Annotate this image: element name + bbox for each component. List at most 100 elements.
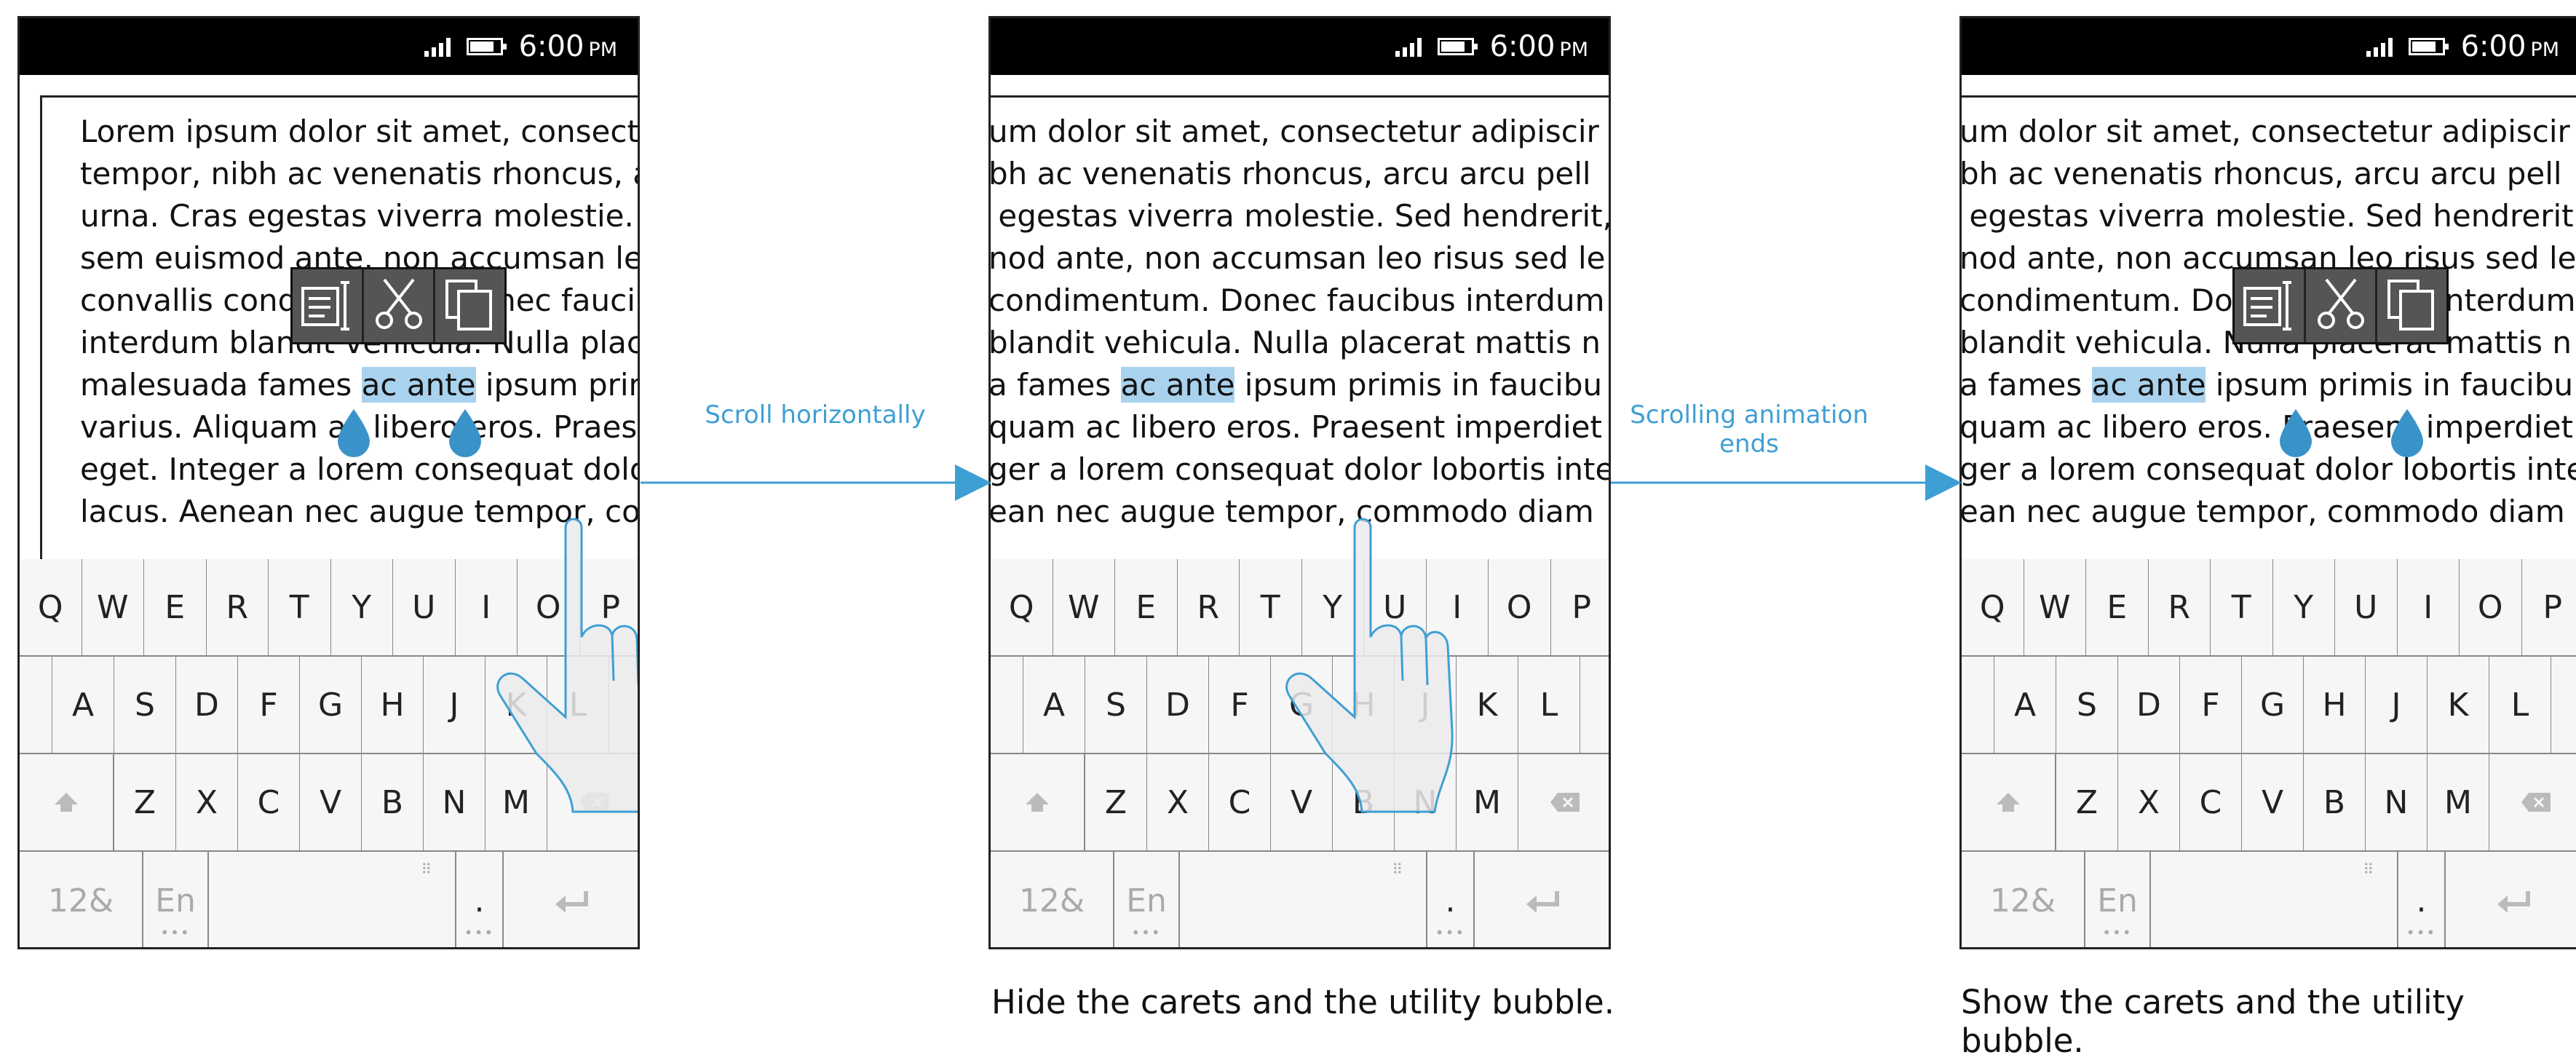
key-b[interactable]: B [2304, 754, 2366, 852]
key-w-label: W [97, 589, 129, 626]
key-d[interactable]: D [1147, 657, 1210, 754]
key-x[interactable]: X [1147, 754, 1210, 852]
select-all-button[interactable] [293, 269, 364, 342]
shift-key[interactable] [991, 754, 1085, 852]
enter-key[interactable] [2446, 852, 2576, 949]
key-p[interactable]: P [1551, 559, 1612, 657]
key-k[interactable]: K [2428, 657, 2490, 754]
shift-key[interactable] [1962, 754, 2056, 852]
key-h[interactable]: H [362, 657, 424, 754]
select-all-button[interactable] [2235, 269, 2306, 342]
text-area[interactable]: um dolor sit amet, consectetur adipiscir… [988, 95, 1611, 561]
key-a[interactable]: A [1023, 657, 1086, 754]
key-e[interactable]: E [144, 559, 207, 657]
key-u[interactable]: U [393, 559, 456, 657]
key-f[interactable]: F [238, 657, 301, 754]
key-i[interactable]: I [2398, 559, 2461, 657]
numbers-key[interactable]: 12& [1962, 852, 2085, 949]
key-x[interactable]: X [2118, 754, 2181, 852]
key-r[interactable]: R [1178, 559, 1241, 657]
language-key[interactable]: En••• [2085, 852, 2151, 949]
key-e[interactable]: E [1115, 559, 1178, 657]
key-j[interactable]: J [424, 657, 486, 754]
key-r[interactable]: R [207, 559, 270, 657]
key-d[interactable]: D [176, 657, 239, 754]
numbers-key[interactable]: 12& [991, 852, 1114, 949]
key-r[interactable]: R [2149, 559, 2212, 657]
key-t[interactable]: T [2211, 559, 2274, 657]
key-m[interactable]: M [1457, 754, 1519, 852]
key-c[interactable]: C [238, 754, 301, 852]
key-w[interactable]: W [82, 559, 146, 657]
key-s[interactable]: S [114, 657, 177, 754]
key-spacer-left[interactable] [991, 657, 1024, 754]
language-key[interactable]: En••• [1114, 852, 1180, 949]
selection-caret-end[interactable] [446, 408, 484, 459]
key-e[interactable]: E [2086, 559, 2149, 657]
key-g[interactable]: G [2242, 657, 2304, 754]
key-o[interactable]: O [2460, 559, 2523, 657]
cut-button[interactable] [2306, 269, 2377, 342]
key-z[interactable]: Z [2056, 754, 2119, 852]
enter-key[interactable] [1475, 852, 1611, 949]
key-h[interactable]: H [2304, 657, 2366, 754]
key-g[interactable]: G [300, 657, 362, 754]
key-z[interactable]: Z [1085, 754, 1148, 852]
key-spacer-left[interactable] [1962, 657, 1995, 754]
key-x[interactable]: X [176, 754, 239, 852]
period-key[interactable]: .••• [456, 852, 504, 949]
space-key[interactable]: ⠿ [209, 852, 456, 949]
key-f[interactable]: F [1209, 657, 1272, 754]
selection-caret-start[interactable] [335, 408, 373, 459]
key-t[interactable]: T [269, 559, 332, 657]
key-o[interactable]: O [1489, 559, 1552, 657]
copy-button[interactable] [435, 269, 504, 342]
key-a[interactable]: A [1994, 657, 2057, 754]
key-l[interactable]: L [1518, 657, 1581, 754]
key-v[interactable]: V [2242, 754, 2304, 852]
shift-key[interactable] [20, 754, 114, 852]
key-s[interactable]: S [2056, 657, 2119, 754]
selection-caret-end[interactable] [2388, 408, 2426, 459]
key-y[interactable]: Y [2273, 559, 2337, 657]
language-key[interactable]: En••• [143, 852, 209, 949]
backspace-key[interactable] [1518, 754, 1611, 852]
key-f[interactable]: F [2180, 657, 2243, 754]
key-a[interactable]: A [52, 657, 115, 754]
enter-key[interactable] [504, 852, 640, 949]
numbers-key[interactable]: 12& [20, 852, 143, 949]
key-v[interactable]: V [300, 754, 362, 852]
key-k[interactable]: K [1457, 657, 1519, 754]
selection-caret-start[interactable] [2277, 408, 2315, 459]
key-z[interactable]: Z [114, 754, 177, 852]
key-m[interactable]: M [2428, 754, 2490, 852]
key-p[interactable]: P [2522, 559, 2576, 657]
key-c[interactable]: C [1209, 754, 1272, 852]
copy-button[interactable] [2377, 269, 2446, 342]
key-n[interactable]: N [2366, 754, 2428, 852]
key-q[interactable]: Q [20, 559, 83, 657]
key-q[interactable]: Q [1962, 559, 2025, 657]
key-u[interactable]: U [2335, 559, 2398, 657]
period-key[interactable]: .••• [1427, 852, 1475, 949]
key-d[interactable]: D [2118, 657, 2181, 754]
space-key[interactable]: ⠿ [1180, 852, 1427, 949]
space-key[interactable]: ⠿ [2151, 852, 2398, 949]
key-c[interactable]: C [2180, 754, 2243, 852]
key-spacer-right[interactable] [1580, 657, 1611, 754]
key-w[interactable]: W [2024, 559, 2088, 657]
key-y[interactable]: Y [331, 559, 395, 657]
key-n[interactable]: N [424, 754, 486, 852]
key-spacer-right[interactable] [2551, 657, 2576, 754]
key-w[interactable]: W [1053, 559, 1117, 657]
key-spacer-left[interactable] [20, 657, 53, 754]
utility-bubble [290, 267, 507, 344]
key-q[interactable]: Q [991, 559, 1054, 657]
key-j[interactable]: J [2366, 657, 2428, 754]
cut-button[interactable] [364, 269, 435, 342]
key-s[interactable]: S [1085, 657, 1148, 754]
key-l[interactable]: L [2489, 657, 2552, 754]
period-key[interactable]: .••• [2398, 852, 2446, 949]
key-b[interactable]: B [362, 754, 424, 852]
backspace-key[interactable] [2489, 754, 2576, 852]
